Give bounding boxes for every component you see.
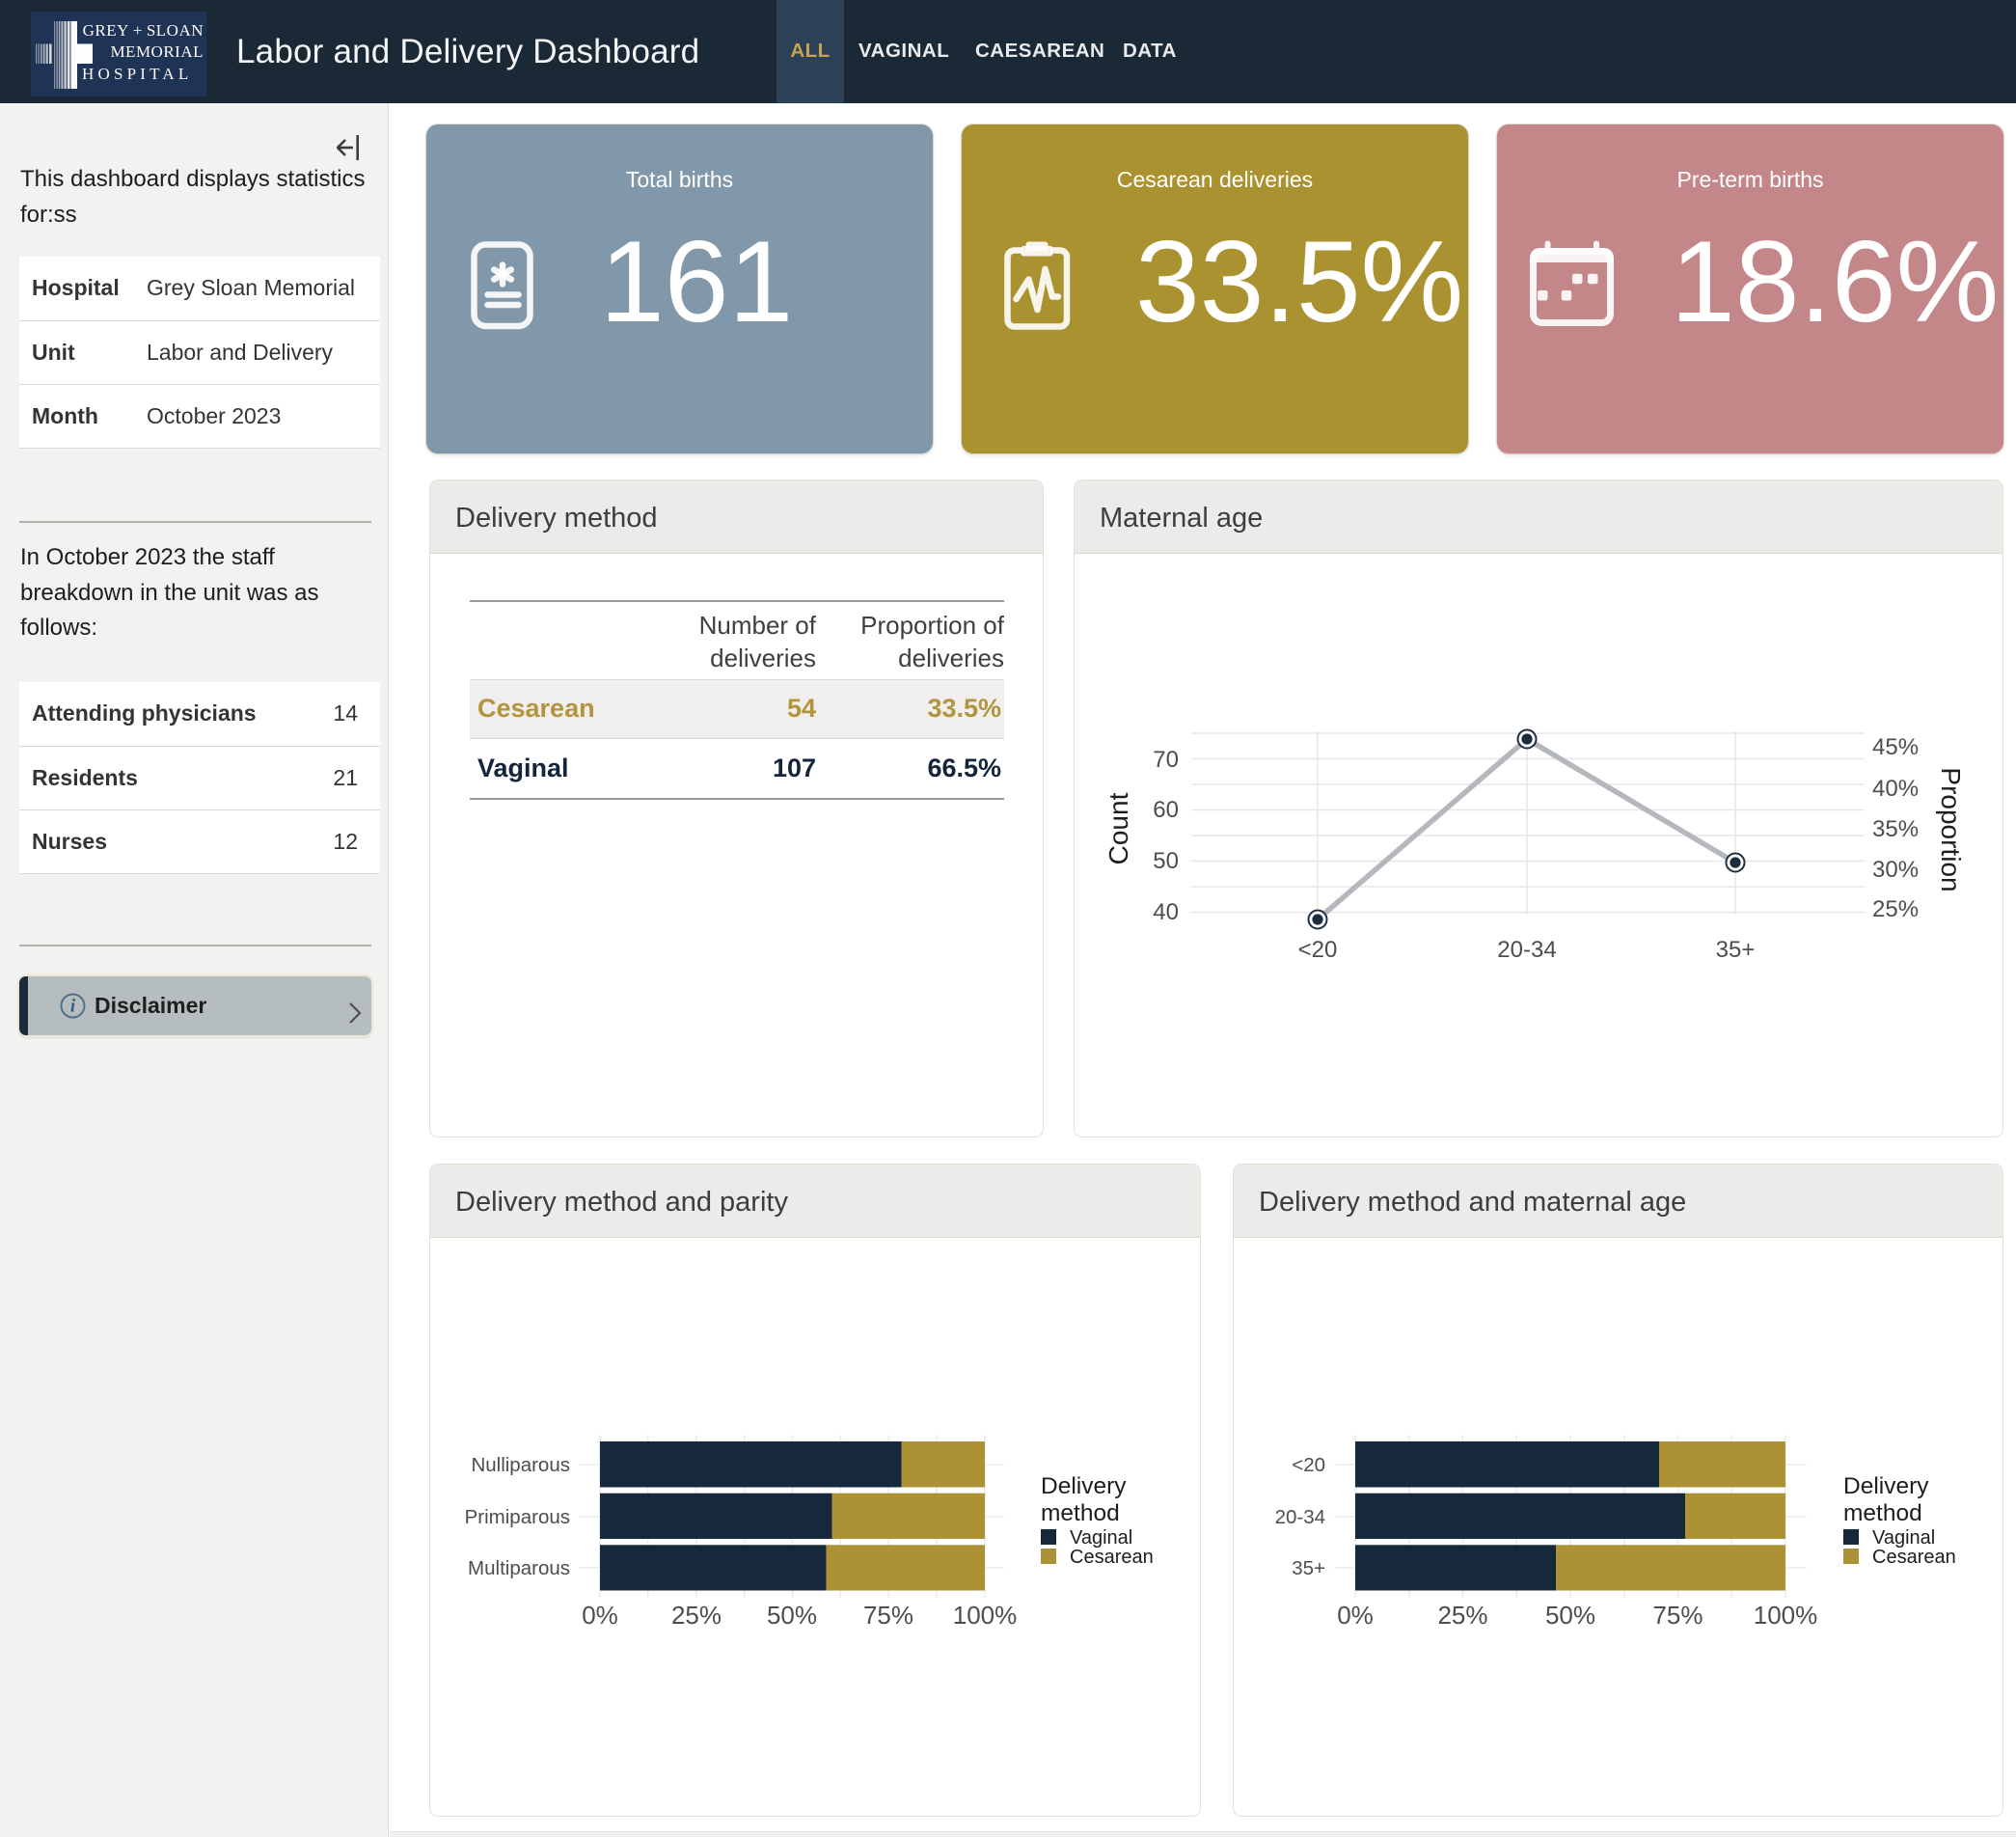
svg-text:30%: 30% [1872, 857, 1919, 883]
svg-text:45%: 45% [1872, 734, 1919, 760]
svg-text:0%: 0% [1337, 1601, 1374, 1630]
svg-text:method: method [1843, 1500, 1922, 1526]
svg-text:35+: 35+ [1292, 1557, 1325, 1579]
svg-text:<20: <20 [1292, 1454, 1325, 1476]
svg-text:i: i [70, 997, 76, 1017]
svg-text:method: method [1041, 1500, 1120, 1526]
svg-text:75%: 75% [1652, 1601, 1703, 1630]
svg-text:50%: 50% [767, 1601, 817, 1630]
svg-text:Count: Count [1103, 792, 1133, 864]
svg-text:Proportion: Proportion [1936, 767, 1966, 891]
svg-text:Primiparous: Primiparous [465, 1506, 570, 1528]
svg-text:MEMORIAL: MEMORIAL [110, 42, 204, 61]
svg-text:40: 40 [1153, 899, 1179, 925]
svg-text:GREY + SLOAN: GREY + SLOAN [83, 21, 204, 40]
svg-text:HOSPITAL: HOSPITAL [82, 65, 192, 83]
svg-text:35+: 35+ [1716, 937, 1756, 963]
svg-text:Delivery: Delivery [1041, 1473, 1127, 1499]
svg-text:50%: 50% [1545, 1601, 1595, 1630]
svg-text:60: 60 [1153, 797, 1179, 823]
svg-text:Cesarean: Cesarean [1070, 1547, 1154, 1568]
svg-text:40%: 40% [1872, 776, 1919, 802]
svg-text:70: 70 [1153, 747, 1179, 773]
svg-text:<20: <20 [1298, 937, 1338, 963]
svg-text:100%: 100% [1754, 1601, 1818, 1630]
svg-text:100%: 100% [953, 1601, 1018, 1630]
svg-text:Vaginal: Vaginal [1070, 1527, 1132, 1549]
svg-text:Multiparous: Multiparous [468, 1557, 570, 1579]
svg-text:25%: 25% [1437, 1601, 1487, 1630]
svg-text:Vaginal: Vaginal [1872, 1527, 1935, 1549]
svg-text:50: 50 [1153, 848, 1179, 874]
svg-text:Delivery: Delivery [1843, 1473, 1929, 1499]
svg-text:25%: 25% [671, 1601, 722, 1630]
svg-text:0%: 0% [582, 1601, 618, 1630]
svg-text:25%: 25% [1872, 896, 1919, 922]
svg-text:20-34: 20-34 [1275, 1506, 1325, 1528]
svg-text:Nulliparous: Nulliparous [471, 1454, 570, 1476]
svg-text:20-34: 20-34 [1497, 937, 1556, 963]
svg-text:75%: 75% [863, 1601, 913, 1630]
svg-text:Cesarean: Cesarean [1872, 1547, 1956, 1568]
svg-text:35%: 35% [1872, 816, 1919, 842]
